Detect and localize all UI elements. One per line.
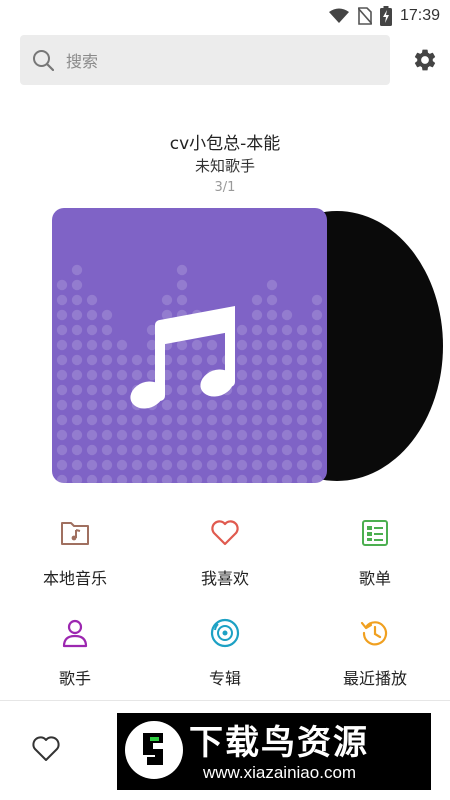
menu-row: 本地音乐 我喜欢 歌单	[0, 508, 450, 608]
search-row: 搜索	[20, 35, 440, 85]
singer-icon	[60, 618, 90, 648]
recent-label: 最近播放	[342, 669, 407, 688]
search-input[interactable]: 搜索	[20, 35, 390, 85]
playlist-button[interactable]: 歌单	[300, 508, 450, 608]
status-bar: 17:39	[0, 0, 450, 32]
favorites-button[interactable]: 我喜欢	[150, 508, 300, 608]
song-title: cv小包总-本能	[169, 134, 281, 154]
watermark-title: 下载鸟资源	[189, 723, 369, 763]
wifi-icon	[328, 8, 349, 23]
battery-charging-icon	[379, 6, 392, 26]
album-art[interactable]	[52, 208, 443, 486]
favorite-toggle-button[interactable]	[31, 735, 61, 765]
playlist-icon	[360, 518, 390, 548]
local-music-label: 本地音乐	[42, 569, 107, 588]
watermark-logo	[125, 721, 183, 779]
singer-button[interactable]: 歌手	[0, 608, 150, 708]
now-playing-info: cv小包总-本能 未知歌手 3/1	[0, 133, 450, 198]
album-button[interactable]: 专辑	[150, 608, 300, 708]
history-icon	[360, 618, 390, 648]
watermark: 下载鸟资源 www.xiazainiao.com	[117, 713, 431, 790]
album-cover	[52, 208, 327, 483]
heart-icon	[210, 518, 240, 548]
gear-icon	[414, 49, 436, 71]
status-icons: 17:39	[328, 6, 440, 26]
album-label: 专辑	[208, 669, 241, 688]
bottom-divider	[0, 700, 450, 701]
recent-button[interactable]: 最近播放	[300, 608, 450, 708]
watermark-url: www.xiazainiao.com	[203, 763, 357, 782]
song-artist: 未知歌手	[194, 157, 255, 175]
singer-label: 歌手	[58, 669, 91, 688]
favorites-label: 我喜欢	[200, 569, 249, 588]
menu-row: 歌手 专辑 最近播放	[0, 608, 450, 708]
settings-button[interactable]	[410, 45, 440, 75]
song-index: 3/1	[214, 180, 236, 195]
search-placeholder: 搜索	[66, 52, 99, 71]
album-disc-icon	[210, 618, 240, 648]
heart-outline-icon	[32, 736, 60, 761]
no-sim-icon	[357, 7, 372, 25]
music-note-icon	[130, 305, 235, 409]
menu-grid: 本地音乐 我喜欢 歌单 歌手 专辑 最近播放	[0, 508, 450, 708]
status-time: 17:39	[399, 7, 440, 24]
playlist-label: 歌单	[358, 569, 391, 588]
local-music-button[interactable]: 本地音乐	[0, 508, 150, 608]
search-icon	[33, 50, 54, 71]
music-folder-icon	[60, 518, 90, 548]
